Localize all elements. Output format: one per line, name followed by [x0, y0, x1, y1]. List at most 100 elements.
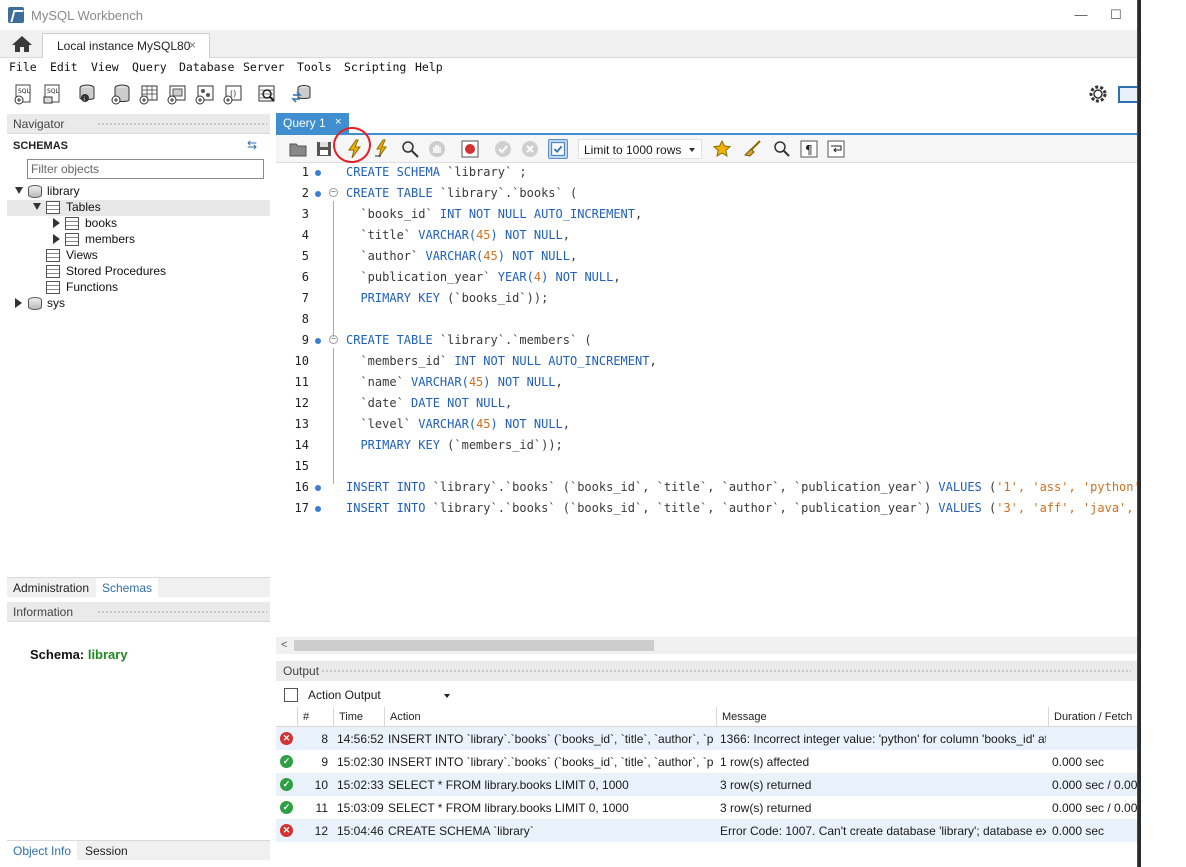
explain-magnifier-icon[interactable]	[400, 139, 420, 159]
line-number: 2	[301, 186, 309, 200]
window-title: MySQL Workbench	[31, 8, 143, 23]
create-procedure-icon[interactable]	[194, 83, 216, 105]
beautify-broom-icon[interactable]	[743, 139, 763, 159]
line-number: 8	[301, 312, 309, 326]
minimize-button[interactable]: —	[1066, 4, 1096, 26]
query-tab[interactable]: Query 1 ×	[276, 113, 349, 134]
tree-item-tables[interactable]: Tables	[7, 200, 270, 216]
fold-toggle-icon[interactable]: −	[329, 188, 338, 197]
create-function-icon[interactable]: ()	[222, 83, 244, 105]
tree-item-members[interactable]: members	[7, 232, 270, 248]
svg-text:SQL: SQL	[47, 88, 60, 95]
query-tab-label: Query 1	[283, 116, 326, 130]
scrollbar-thumb[interactable]	[294, 640, 654, 651]
table-row[interactable]: ✓ 9 15:02:30 INSERT INTO `library`.`book…	[276, 750, 1137, 773]
create-view-icon[interactable]	[166, 83, 188, 105]
action-output-table: # Time Action Message Duration / Fetch ✕…	[276, 707, 1137, 862]
stop-hand-icon[interactable]	[427, 139, 447, 159]
table-row[interactable]: ✓ 10 15:02:33 SELECT * FROM library.book…	[276, 773, 1137, 796]
menu-tools[interactable]: Tools	[297, 60, 332, 74]
menu-database[interactable]: Database	[179, 60, 234, 74]
statement-marker-icon	[315, 506, 321, 512]
workbench-window: MySQL Workbench — ☐ Local instance MySQL…	[0, 0, 1138, 867]
menu-server[interactable]: Server	[243, 60, 285, 74]
tree-item-label: Stored Procedures	[66, 264, 167, 278]
tree-item-library[interactable]: library	[13, 184, 263, 200]
limit-rows-select[interactable]: Limit to 1000 rows	[578, 139, 702, 159]
expand-arrow-icon[interactable]	[33, 203, 41, 210]
inspector-icon[interactable]: i	[76, 83, 98, 105]
tab-schemas[interactable]: Schemas	[96, 578, 159, 598]
code-line: 15	[276, 457, 1137, 478]
output-mode-select[interactable]: Action Output	[304, 686, 454, 704]
toggle-error-icon[interactable]	[460, 139, 480, 159]
connection-tab[interactable]: Local instance MySQL80 ×	[42, 33, 210, 58]
tab-administration[interactable]: Administration	[7, 578, 95, 598]
information-title: Information	[13, 605, 74, 619]
find-replace-icon[interactable]	[772, 139, 792, 159]
editor-horizontal-scrollbar[interactable]: <	[276, 637, 1137, 654]
menu-view[interactable]: View	[91, 60, 119, 74]
close-query-tab-icon[interactable]: ×	[335, 116, 341, 128]
col-time[interactable]: Time	[334, 707, 385, 727]
open-sql-script-icon[interactable]: SQL	[42, 83, 64, 105]
table-row[interactable]: ✕ 8 14:56:52 INSERT INTO `library`.`book…	[276, 727, 1137, 750]
autocommit-toggle-icon[interactable]	[548, 139, 568, 159]
tab-object-info[interactable]: Object Info	[7, 841, 78, 861]
table-row[interactable]: ✓ 11 15:03:09 SELECT * FROM library.book…	[276, 796, 1137, 819]
open-file-icon[interactable]	[288, 139, 308, 159]
menu-help[interactable]: Help	[415, 60, 443, 74]
menu-query[interactable]: Query	[132, 60, 167, 74]
save-icon[interactable]	[314, 139, 334, 159]
connection-tab-bar: Local instance MySQL80 ×	[0, 30, 1137, 58]
filter-objects-input[interactable]	[27, 159, 264, 179]
fold-toggle-icon[interactable]: −	[329, 335, 338, 344]
collapse-arrow-icon[interactable]	[15, 298, 22, 308]
rollback-icon[interactable]	[520, 139, 540, 159]
create-schema-icon[interactable]	[110, 83, 132, 105]
word-wrap-icon[interactable]	[826, 139, 846, 159]
tree-item-stored-procedures[interactable]: Stored Procedures	[7, 264, 270, 280]
home-icon[interactable]	[10, 34, 34, 54]
tree-item-functions[interactable]: Functions	[7, 280, 270, 296]
schema-info-label: Schema:	[30, 647, 85, 662]
invisible-chars-pilcrow-icon[interactable]: ¶	[799, 139, 819, 159]
execute-current-statement-icon[interactable]	[372, 139, 392, 159]
add-snippet-star-icon[interactable]	[712, 139, 732, 159]
schema-info-value: library	[87, 647, 128, 662]
refresh-schemas-icon[interactable]: ⇆	[247, 139, 259, 151]
statement-marker-icon	[315, 170, 321, 176]
reconnect-icon[interactable]	[290, 83, 312, 105]
menu-file[interactable]: File	[9, 60, 37, 74]
line-number: 17	[294, 501, 309, 515]
tree-item-books[interactable]: books	[7, 216, 270, 232]
collapse-arrow-icon[interactable]	[53, 218, 60, 228]
expand-arrow-icon[interactable]	[15, 187, 23, 194]
row-number: 9	[321, 755, 328, 769]
copy-icon[interactable]	[284, 688, 298, 702]
collapse-arrow-icon[interactable]	[53, 234, 60, 244]
menu-edit[interactable]: Edit	[50, 60, 78, 74]
search-table-data-icon[interactable]	[256, 83, 278, 105]
col-action[interactable]: Action	[385, 707, 717, 727]
col-message[interactable]: Message	[717, 707, 1049, 727]
col-duration[interactable]: Duration / Fetch	[1049, 707, 1137, 727]
table-row[interactable]: ✕ 12 15:04:46 CREATE SCHEMA `library` Er…	[276, 819, 1137, 842]
scroll-left-icon[interactable]: <	[281, 639, 287, 651]
create-table-icon[interactable]	[138, 83, 160, 105]
sql-editor[interactable]: 1 CREATE SCHEMA `library` ; 2− CREATE TABL…	[276, 163, 1137, 637]
menu-scripting[interactable]: Scripting	[344, 60, 406, 74]
settings-gear-icon[interactable]	[1087, 83, 1109, 105]
maximize-button[interactable]: ☐	[1101, 4, 1131, 26]
tab-session[interactable]: Session	[79, 841, 134, 861]
code-line: 3 `books_id` INT NOT NULL AUTO_INCREMENT…	[276, 205, 1137, 226]
new-sql-tab-icon[interactable]: SQL	[13, 83, 35, 105]
tree-item-views[interactable]: Views	[7, 248, 270, 264]
sidebar-toggle-icon[interactable]	[1118, 86, 1137, 103]
statement-marker-icon	[315, 338, 321, 344]
commit-icon[interactable]	[493, 139, 513, 159]
col-number[interactable]: #	[298, 707, 334, 727]
close-connection-tab-icon[interactable]: ×	[189, 38, 196, 52]
tree-item-sys[interactable]: sys	[13, 296, 263, 312]
line-number: 4	[301, 228, 309, 242]
